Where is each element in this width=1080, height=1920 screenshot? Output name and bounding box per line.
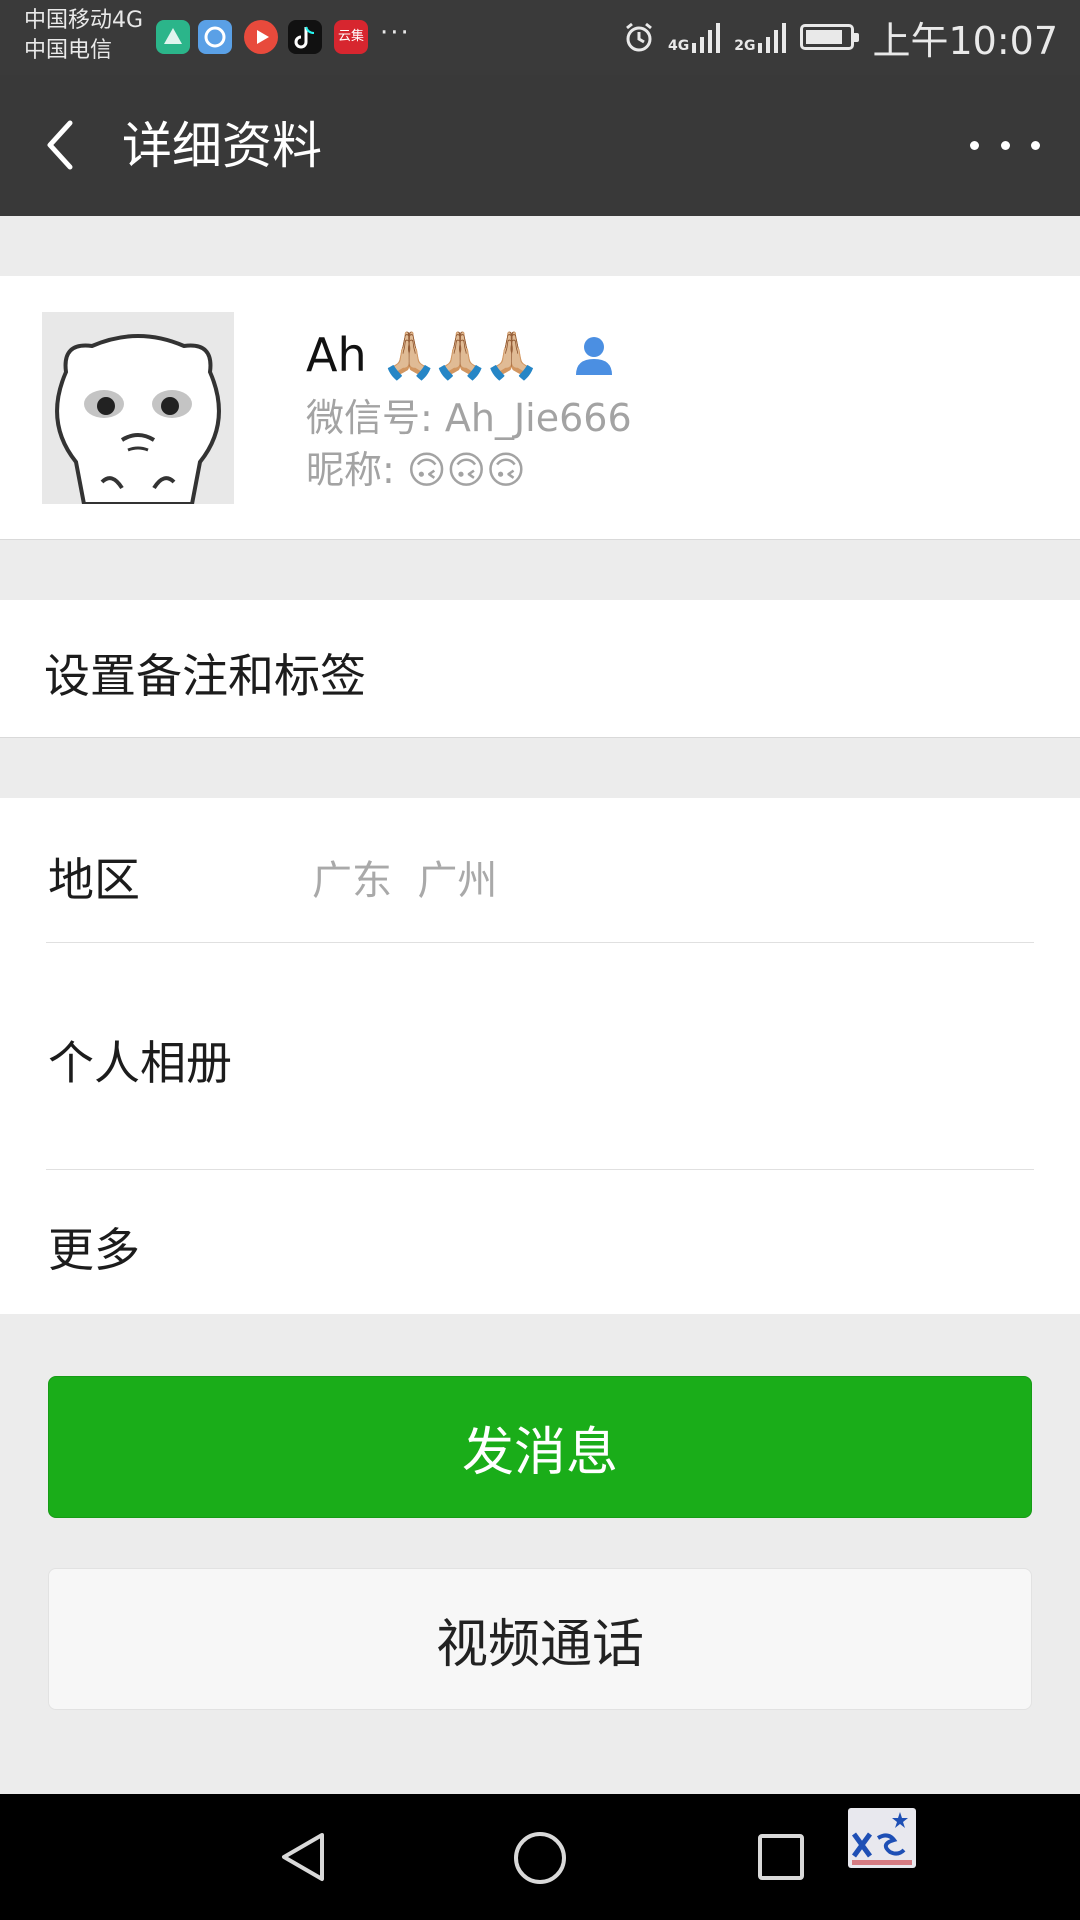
nav-home-button[interactable]	[514, 1832, 566, 1884]
yunji-app-icon: 云集	[334, 20, 368, 54]
dot-icon	[1031, 140, 1040, 150]
back-button[interactable]	[40, 115, 100, 175]
clock: 上午10:07	[872, 18, 1058, 63]
contact-person-icon	[576, 337, 613, 375]
wechat-id: 微信号: Ah_Jie666	[306, 396, 632, 440]
wechat-id-value: Ah_Jie666	[444, 396, 632, 440]
carrier-1: 中国移动4G	[24, 8, 144, 33]
battery-icon	[800, 24, 860, 50]
album-label: 个人相册	[48, 1036, 232, 1090]
video-call-button[interactable]: 视频通话	[48, 1568, 1032, 1710]
album-row[interactable]: 个人相册	[0, 943, 1080, 1169]
region-label: 地区	[48, 853, 140, 907]
title-bar: 详细资料	[0, 75, 1080, 216]
info-list: 地区 广东 广州 个人相册 更多	[0, 798, 1080, 1314]
triangle-back-icon	[282, 1833, 324, 1881]
avatar[interactable]	[42, 312, 234, 504]
more-options-button[interactable]	[970, 115, 1040, 175]
tiktok-app-icon	[288, 20, 322, 54]
nav-back-button[interactable]	[276, 1829, 330, 1885]
profile-name: Ah	[306, 328, 367, 382]
maps-app-icon	[156, 20, 190, 54]
watermark-logo	[848, 1808, 916, 1868]
praying-hands-emoji: 🙏🏼🙏🏼🙏🏼	[380, 327, 541, 382]
profile-card: Ah 🙏🏼🙏🏼🙏🏼 微信号: Ah_Jie666 昵称: 🙃🙃🙃	[0, 276, 1080, 540]
meme-face-avatar-image	[42, 312, 234, 504]
dot-icon	[1000, 140, 1010, 150]
more-label: 更多	[48, 1223, 140, 1277]
video-app-icon	[244, 20, 278, 54]
profile-name-row: Ah 🙏🏼🙏🏼🙏🏼	[306, 320, 618, 390]
status-bar: 中国移动4G 中国电信 云集 ··· 4G 2G 上午10:07	[0, 0, 1080, 75]
region-row: 地区 广东 广州	[0, 798, 1080, 942]
more-row[interactable]: 更多	[0, 1170, 1080, 1314]
page-title: 详细资料	[122, 117, 322, 175]
more-notifications-icon: ···	[380, 18, 411, 48]
nickname-value: 🙃🙃🙃	[406, 448, 526, 492]
browser-app-icon	[198, 20, 232, 54]
region-value: 广东 广州	[312, 858, 498, 904]
nav-recents-button[interactable]	[758, 1834, 804, 1880]
carrier-2: 中国电信	[24, 38, 113, 63]
system-nav-bar	[0, 1794, 1080, 1920]
nickname: 昵称: 🙃🙃🙃	[306, 448, 526, 492]
dot-icon	[970, 140, 979, 150]
chevron-left-icon	[47, 120, 73, 170]
signal-4g-icon: 4G	[668, 21, 722, 53]
set-remark-label: 设置备注和标签	[44, 649, 366, 703]
send-message-button[interactable]: 发消息	[48, 1376, 1032, 1518]
alarm-icon	[626, 22, 652, 52]
status-indicators: 4G 2G 上午10:07	[622, 12, 1058, 63]
signal-2g-icon: 2G	[734, 21, 788, 53]
set-remark-row[interactable]: 设置备注和标签	[0, 600, 1080, 738]
carrier-info: 中国移动4G 中国电信	[24, 6, 143, 66]
